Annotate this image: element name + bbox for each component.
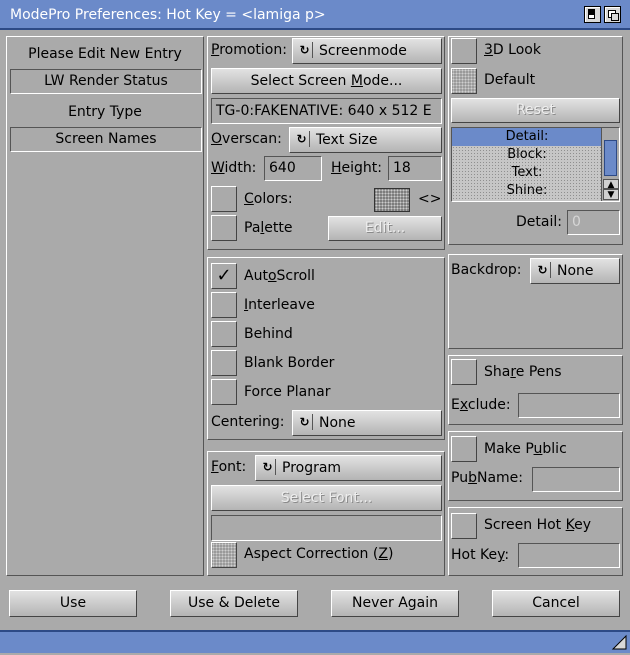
- resize-gadget-icon[interactable]: [610, 633, 628, 651]
- edit-palette-button[interactable]: Edit...: [328, 216, 442, 241]
- cycle-icon: ↻: [297, 42, 313, 58]
- window-title: ModePro Preferences: Hot Key = <lamiga p…: [10, 7, 326, 23]
- promotion-value: Screenmode: [319, 43, 407, 59]
- select-screen-mode-button[interactable]: Select Screen Mode...: [211, 68, 442, 94]
- overscan-value: Text Size: [316, 132, 378, 148]
- select-font-button[interactable]: Select Font...: [211, 485, 442, 511]
- reset-button[interactable]: Reset: [451, 98, 620, 123]
- screen-hot-key-checkbox[interactable]: [451, 513, 477, 539]
- screen-hot-key-label: Screen Hot Key: [484, 517, 592, 533]
- overscan-label: Overscan:: [211, 131, 282, 147]
- width-field[interactable]: 640: [264, 156, 322, 181]
- share-pens-checkbox[interactable]: [451, 359, 477, 385]
- width-label: Width:: [211, 160, 257, 176]
- backdrop-cycle[interactable]: ↻ None: [530, 258, 620, 284]
- blank-border-label: Blank Border: [244, 355, 335, 371]
- scroll-up-icon[interactable]: ▲: [603, 179, 619, 190]
- aspect-correction-checkbox[interactable]: [211, 542, 237, 568]
- autoscroll-label: AutoScroll: [244, 268, 315, 284]
- scroll-thumb[interactable]: [604, 140, 617, 176]
- force-planar-label: Force Planar: [244, 384, 331, 400]
- centering-label: Centering:: [211, 414, 285, 430]
- exclude-label: Exclude:: [451, 397, 511, 413]
- hot-key-field[interactable]: [518, 543, 620, 568]
- backdrop-label: Backdrop:: [451, 262, 522, 278]
- never-again-button[interactable]: Never Again: [331, 590, 459, 617]
- cycle-icon: ↻: [535, 262, 551, 278]
- font-value: Program: [282, 460, 342, 476]
- default-checkbox[interactable]: [451, 68, 477, 94]
- make-public-checkbox[interactable]: [451, 436, 477, 462]
- detail-field[interactable]: 0: [567, 210, 620, 235]
- exclude-field[interactable]: [518, 393, 620, 418]
- cycle-icon: ↻: [297, 414, 313, 430]
- detail-label: Detail:: [516, 214, 562, 230]
- height-field[interactable]: 18: [388, 156, 442, 181]
- window-bottom-border: [0, 630, 630, 653]
- screen-mode-display: TG-0:FAKENATIVE: 640 x 512 E: [211, 98, 442, 124]
- force-planar-checkbox[interactable]: [211, 379, 237, 405]
- pen-list-scrollbar[interactable]: ▲ ▼: [601, 128, 619, 201]
- font-cycle[interactable]: ↻ Program: [255, 455, 442, 481]
- behind-label: Behind: [244, 326, 293, 342]
- centering-cycle[interactable]: ↻ None: [292, 410, 442, 436]
- palette-checkbox[interactable]: [211, 215, 237, 241]
- overscan-cycle[interactable]: ↻ Text Size: [289, 127, 442, 153]
- interleave-label: Interleave: [244, 297, 315, 313]
- backdrop-value: None: [557, 263, 594, 279]
- cycle-icon: ↻: [294, 131, 310, 147]
- aspect-correction-label: Aspect Correction (Z): [244, 546, 394, 562]
- pen-list[interactable]: Detail: Block: Text: Shine:: [451, 127, 620, 202]
- title-bar[interactable]: ModePro Preferences: Hot Key = <lamiga p…: [0, 0, 630, 30]
- autoscroll-checkbox[interactable]: ✓: [211, 263, 237, 289]
- blank-border-checkbox[interactable]: [211, 350, 237, 376]
- hot-key-label: Hot Key:: [451, 547, 510, 563]
- edit-entry-label: Please Edit New Entry: [28, 46, 182, 62]
- interleave-checkbox[interactable]: [211, 292, 237, 318]
- colors-label: Colors:: [244, 191, 293, 207]
- pubname-field[interactable]: [532, 467, 620, 492]
- entry-type-field[interactable]: Screen Names: [10, 127, 202, 152]
- list-item-shine[interactable]: Shine:: [452, 182, 602, 200]
- modepro-window: ModePro Preferences: Hot Key = <lamiga p…: [0, 0, 630, 653]
- checkmark-icon: ✓: [216, 265, 232, 286]
- scroll-down-icon[interactable]: ▼: [603, 189, 619, 200]
- cycle-icon: ↻: [260, 459, 276, 475]
- colors-arrows[interactable]: <>: [418, 191, 441, 207]
- list-item-block[interactable]: Block:: [452, 146, 602, 164]
- cancel-button[interactable]: Cancel: [492, 590, 620, 617]
- palette-label: Palette: [244, 220, 293, 236]
- make-public-label: Make Public: [484, 441, 567, 457]
- behind-checkbox[interactable]: [211, 321, 237, 347]
- entry-name-field[interactable]: LW Render Status: [10, 69, 202, 94]
- entry-type-label: Entry Type: [68, 104, 142, 120]
- colors-checkbox[interactable]: [211, 186, 237, 212]
- centering-value: None: [319, 415, 356, 431]
- font-label: Font:: [211, 459, 247, 475]
- share-pens-label: Share Pens: [484, 364, 562, 380]
- zoom-gadget-icon[interactable]: [584, 6, 601, 23]
- promotion-label: Promotion:: [211, 42, 287, 58]
- promotion-cycle[interactable]: ↻ Screenmode: [292, 38, 442, 64]
- pubname-label: PubName:: [451, 470, 523, 486]
- colors-swatch[interactable]: [374, 188, 410, 212]
- 3d-look-checkbox[interactable]: [451, 38, 477, 64]
- use-button[interactable]: Use: [9, 590, 137, 617]
- list-item-detail[interactable]: Detail:: [452, 128, 602, 146]
- depth-gadget-icon[interactable]: [604, 6, 621, 23]
- default-label: Default: [484, 72, 536, 88]
- font-display: [211, 515, 442, 541]
- use-and-delete-button[interactable]: Use & Delete: [170, 590, 298, 617]
- height-label: Height:: [331, 160, 382, 176]
- 3d-look-label: 3D Look: [484, 42, 541, 58]
- list-item-text[interactable]: Text:: [452, 164, 602, 182]
